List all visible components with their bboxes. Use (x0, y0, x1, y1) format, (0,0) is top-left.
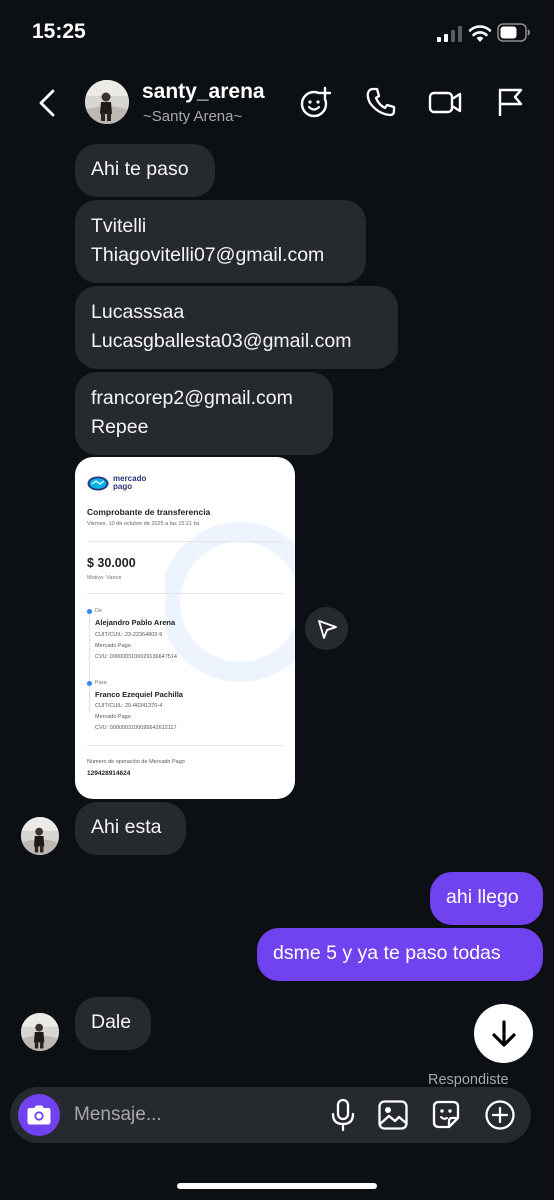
divider (87, 593, 283, 594)
flag-icon (498, 88, 523, 116)
brand-line-2: pago (113, 482, 133, 491)
video-icon (428, 91, 462, 114)
voice-message-button[interactable] (325, 1097, 361, 1133)
sticker-icon (432, 1100, 460, 1129)
message-text: Lucasssaa (91, 301, 185, 323)
share-button[interactable] (305, 607, 348, 650)
more-options-button[interactable] (482, 1097, 518, 1133)
handshake-icon (87, 476, 109, 490)
to-bank: Mercado Pago (95, 714, 131, 720)
receipt-amount: $ 30.000 (87, 556, 136, 570)
report-button[interactable] (492, 84, 528, 120)
mercado-pago-logo: mercado pago (87, 475, 146, 491)
contact-avatar[interactable] (85, 80, 129, 124)
message-bubble[interactable]: Ahi esta (75, 802, 186, 855)
message-text: Repee (91, 416, 149, 438)
add-icon (485, 1100, 515, 1130)
divider (87, 745, 283, 746)
arrow-down-icon (491, 1019, 516, 1047)
contact-display-name[interactable]: ~Santy Arena~ (143, 108, 242, 125)
message-bubble[interactable]: Lucasssaa Lucasgballesta03@gmail.com (75, 286, 398, 369)
operation-label: Numero de operación de Mercado Pago (87, 759, 185, 765)
timeline-dot (87, 609, 92, 614)
message-input[interactable] (74, 1101, 314, 1129)
contact-username[interactable]: santy_arena (142, 80, 265, 104)
battery-icon (497, 23, 530, 42)
status-time: 15:25 (32, 20, 86, 43)
message-bubble[interactable]: Ahi te paso (75, 144, 215, 197)
gallery-icon (378, 1100, 408, 1130)
from-cuit: CUIT/CUIL: 23-22364802-9 (95, 632, 163, 638)
to-cuit: CUIT/CUIL: 20-46341370-4 (95, 703, 163, 709)
from-label: De (95, 608, 103, 614)
from-name: Alejandro Pablo Arena (95, 618, 176, 627)
transfer-receipt-image[interactable]: mercado pago Comprobante de transferenci… (75, 457, 295, 799)
divider (87, 541, 283, 542)
wifi-icon (468, 25, 492, 42)
reply-status-text: Respondiste (428, 1072, 509, 1088)
message-composer (10, 1087, 531, 1143)
to-name: Franco Ezequiel Pachilla (95, 690, 183, 699)
watermark-graphic (165, 522, 295, 682)
message-text: francorep2@gmail.com (91, 387, 293, 409)
message-text: Dale (91, 1011, 132, 1033)
receipt-motivo: Motivo: Varios (87, 575, 122, 581)
timeline-line (89, 609, 90, 713)
sticker-button[interactable] (428, 1097, 464, 1133)
camera-button[interactable] (18, 1094, 60, 1136)
microphone-icon (331, 1098, 355, 1132)
message-text: Lucasgballesta03@gmail.com (91, 330, 352, 352)
send-icon (317, 619, 337, 639)
chat-header: santy_arena ~Santy Arena~ (0, 66, 554, 142)
from-bank: Mercado Pago (95, 643, 131, 649)
receipt-title: Comprobante de transferencia (87, 507, 211, 517)
message-text: ahi llego (446, 886, 519, 908)
sender-avatar[interactable] (21, 1013, 59, 1051)
sender-avatar[interactable] (21, 817, 59, 855)
cellular-signal-icon (437, 26, 462, 42)
avatar-photo (21, 1013, 59, 1051)
message-text: Ahi esta (91, 816, 162, 838)
to-label: Para (95, 680, 107, 686)
message-bubble[interactable]: ahi llego (430, 872, 543, 925)
message-bubble[interactable]: dsme 5 y ya te paso todas (257, 928, 543, 981)
message-text: Tvitelli (91, 215, 147, 237)
message-text: dsme 5 y ya te paso todas (273, 942, 501, 964)
back-icon (39, 89, 55, 117)
receipt-date: Viernes, 10 de octubre de 2025 a las 15:… (87, 521, 200, 527)
status-bar: 15:25 (0, 0, 554, 66)
home-indicator[interactable] (177, 1183, 377, 1189)
video-call-button[interactable] (427, 84, 463, 120)
camera-icon (27, 1105, 51, 1125)
message-text: Thiagovitelli07@gmail.com (91, 244, 325, 266)
timeline-dot (87, 681, 92, 686)
message-text: Ahi te paso (91, 158, 189, 180)
message-bubble[interactable]: francorep2@gmail.com Repee (75, 372, 333, 455)
phone-icon (366, 87, 396, 117)
message-bubble[interactable]: Dale (75, 997, 151, 1050)
avatar-photo (21, 817, 59, 855)
from-cvu: CVU: 0000003100029136647514 (95, 654, 177, 660)
operation-number: 129428914624 (87, 770, 131, 777)
scroll-to-bottom-button[interactable] (474, 1004, 533, 1063)
avatar-photo (85, 80, 129, 124)
voice-call-button[interactable] (363, 84, 399, 120)
gallery-button[interactable] (375, 1097, 411, 1133)
back-button[interactable] (30, 84, 64, 122)
message-bubble[interactable]: Tvitelli Thiagovitelli07@gmail.com (75, 200, 366, 283)
effects-button[interactable] (298, 84, 334, 120)
effects-icon (300, 86, 332, 118)
to-cvu: CVU: 0000003100095642612117 (95, 725, 177, 731)
